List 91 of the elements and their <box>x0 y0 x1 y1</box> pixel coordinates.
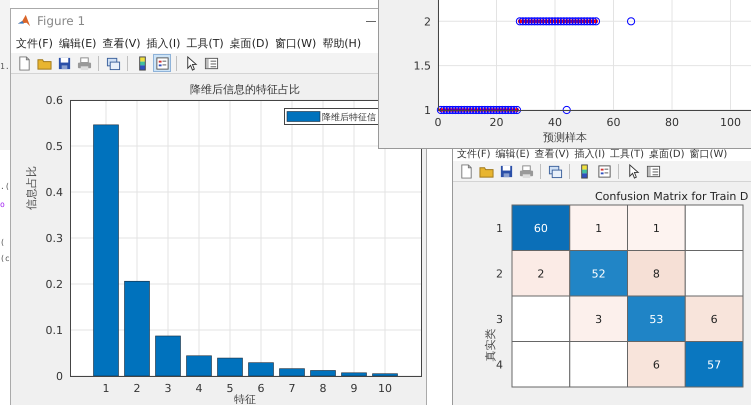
cell-value: 6 <box>710 312 718 326</box>
chart-title: 降维后信息的特征占比 <box>190 83 300 96</box>
axis-label: 预测样本 <box>543 131 587 144</box>
bar <box>155 336 181 376</box>
printer-icon <box>76 56 92 70</box>
logo-icon <box>17 14 31 28</box>
tick-label: 20 <box>490 116 504 129</box>
menu-item[interactable]: 插入(I) <box>574 147 606 161</box>
menu-item[interactable]: 插入(I) <box>146 36 180 50</box>
tick-label: 0.2 <box>46 278 63 291</box>
tick-label: 0.5 <box>46 140 63 153</box>
cell-value: 8 <box>652 267 660 280</box>
menu-item[interactable]: 窗口(W) <box>274 36 316 50</box>
tick-label: 10 <box>378 382 392 395</box>
bar <box>279 368 305 376</box>
legend-icon <box>596 164 612 178</box>
code-text: 1. <box>0 62 10 72</box>
windows-icon <box>548 164 562 178</box>
tick-label: 1.5 <box>414 60 431 73</box>
printer-icon <box>518 164 534 178</box>
bar <box>310 370 336 376</box>
cell-value: 3 <box>595 312 602 326</box>
panel-icon <box>646 164 660 178</box>
tick-label: 0.1 <box>46 324 63 337</box>
cell-value: 57 <box>707 358 722 372</box>
code-text: (c <box>0 254 10 264</box>
menu-item[interactable]: 编辑(E) <box>496 147 530 161</box>
cell-value: 1 <box>595 222 602 235</box>
row-label: 3 <box>496 312 503 326</box>
bar <box>341 372 367 376</box>
tick-label: 0.6 <box>46 94 63 107</box>
row-label: 1 <box>496 222 503 235</box>
cell-value: 2 <box>537 267 544 280</box>
code-text: o <box>0 200 6 210</box>
window-title: Figure 1 <box>37 14 86 28</box>
menu-item[interactable]: 帮助(H) <box>322 36 362 50</box>
menu-item[interactable]: 桌面(D) <box>649 147 685 161</box>
menu-item[interactable]: 文件(F) <box>16 36 53 50</box>
bar <box>186 355 212 376</box>
tick-label: 0 <box>56 370 63 383</box>
tick-label: 8 <box>320 382 326 395</box>
cell-value: 6 <box>652 358 660 372</box>
page-icon <box>458 164 474 178</box>
tick-label: 7 <box>288 382 296 395</box>
code-text: .( <box>0 182 10 192</box>
bar <box>217 358 243 376</box>
tick-label: 1 <box>424 104 431 117</box>
tick-label: 0.3 <box>46 232 63 245</box>
legend-label: 降维后特征信 <box>322 113 376 123</box>
menu-item[interactable]: 桌面(D) <box>230 36 269 50</box>
code-text: ( <box>0 238 6 248</box>
toolbar-button[interactable] <box>153 54 171 72</box>
row-label: 4 <box>496 358 503 372</box>
cell-value: 52 <box>592 267 606 280</box>
menu-item[interactable]: 工具(T) <box>186 36 224 50</box>
menu-item[interactable]: 编辑(E) <box>58 36 96 50</box>
tick-label: 2 <box>424 15 431 28</box>
data-point <box>626 17 636 26</box>
menu-item[interactable]: 文件(F) <box>457 147 491 161</box>
data-point <box>562 106 571 114</box>
menu-item[interactable]: 查看(V) <box>102 36 141 50</box>
bar <box>248 362 274 376</box>
tick-label: 6 <box>258 382 264 395</box>
tick-label: 60 <box>606 116 621 129</box>
bar <box>372 373 398 376</box>
panel-icon <box>204 56 218 70</box>
tick-label: 1 <box>102 382 110 395</box>
menu-item[interactable]: 窗口(W) <box>690 147 728 161</box>
tick-label: 80 <box>665 116 680 129</box>
windows-icon <box>106 56 120 70</box>
cell-value: 60 <box>534 222 548 235</box>
tick-label: 9 <box>350 382 358 395</box>
menu-item[interactable]: 工具(T) <box>610 147 644 161</box>
tick-label: 0 <box>434 116 442 129</box>
tick-label: 40 <box>548 116 562 129</box>
cell-value: 1 <box>652 222 660 235</box>
row-label: 2 <box>496 267 503 280</box>
tick-label: 100 <box>720 116 742 129</box>
cell-value: 53 <box>649 312 664 326</box>
legend-icon <box>154 56 170 70</box>
axis-label: 信息占比 <box>25 166 38 210</box>
legend-swatch <box>286 111 320 122</box>
axis-label: 真实类 <box>484 328 497 362</box>
chart-title: Confusion Matrix for Train D <box>595 190 748 203</box>
tick-label: 3 <box>164 382 172 395</box>
page-icon <box>16 56 32 70</box>
tick-label: 5 <box>226 382 234 395</box>
tick-label: 4 <box>196 382 202 395</box>
tick-label: 2 <box>134 382 140 395</box>
tick-label: 0.4 <box>46 186 63 199</box>
menu-item[interactable]: 查看(V) <box>534 147 570 161</box>
